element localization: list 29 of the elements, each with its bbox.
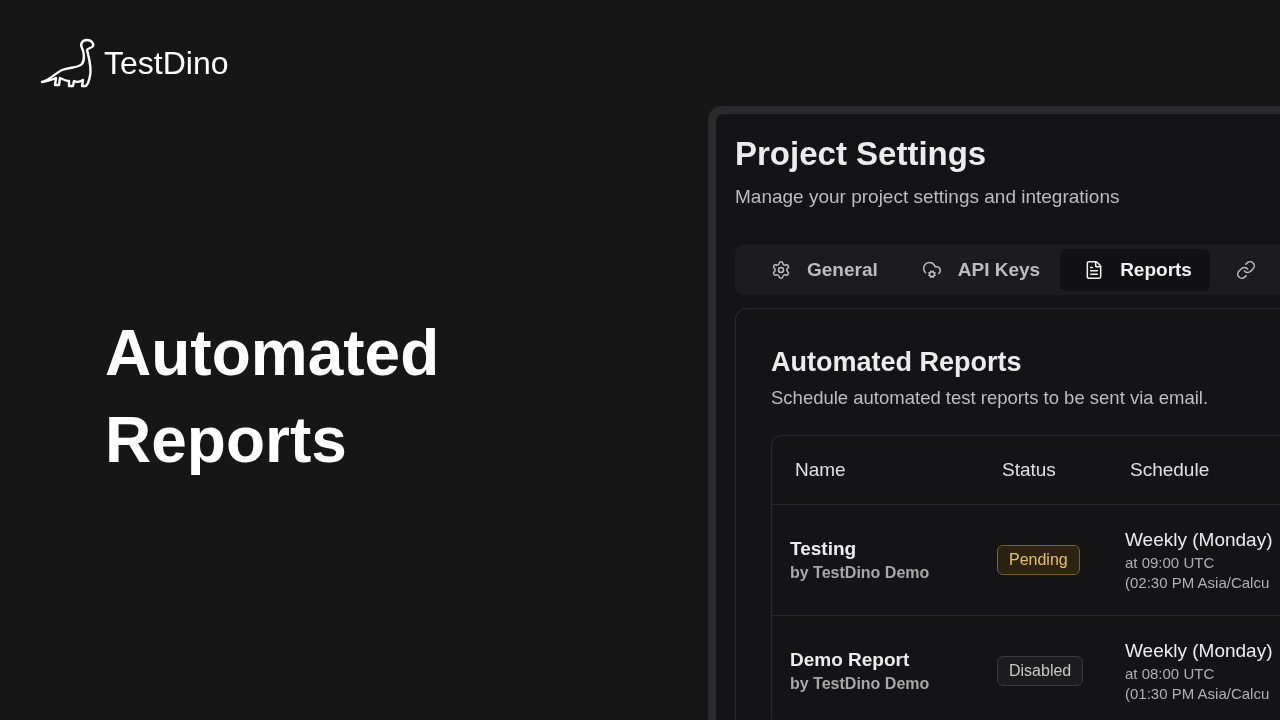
schedule-local-time: (01:30 PM Asia/Calcu xyxy=(1125,685,1271,702)
headline: Reports xyxy=(105,403,348,478)
page-title: Project Settings xyxy=(735,134,988,174)
report-owner: by TestDino Demo xyxy=(790,564,931,582)
brand-name: TestDino xyxy=(104,44,229,83)
card-title: Automated Reports xyxy=(771,347,1023,378)
headline: Automated xyxy=(105,316,441,391)
report-owner: by TestDino Demo xyxy=(790,675,931,693)
settings-tab[interactable]: General xyxy=(747,249,896,291)
status-badge: Pending xyxy=(997,545,1080,575)
report-name: Testing xyxy=(790,538,858,560)
schedule-time: at 09:00 UTC xyxy=(1125,554,1216,571)
column-header: Status xyxy=(1001,459,1057,481)
dinosaur-logo-icon xyxy=(40,38,96,88)
schedule-frequency: Weekly (Monday) xyxy=(1125,529,1274,551)
settings-icon xyxy=(771,260,791,280)
status-badge: Disabled xyxy=(997,656,1084,686)
schedule-frequency: Weekly (Monday) xyxy=(1125,640,1274,662)
page-subtitle: Manage your project settings and integrations xyxy=(735,186,1121,208)
report-name: Demo Report xyxy=(790,649,911,671)
schedule-local-time: (02:30 PM Asia/Calcu xyxy=(1125,574,1271,591)
schedule-time: at 08:00 UTC xyxy=(1125,665,1216,682)
card-subtitle: Schedule automated test reports to be sent via email. xyxy=(771,387,1210,409)
column-header: Name xyxy=(794,459,847,481)
column-header: Schedule xyxy=(1129,459,1211,481)
settings-tab[interactable]: API Keys xyxy=(897,249,1059,291)
cloud-gear-icon xyxy=(921,260,942,280)
link-icon xyxy=(1235,260,1256,280)
settings-tab[interactable]: Reports xyxy=(1060,249,1210,291)
